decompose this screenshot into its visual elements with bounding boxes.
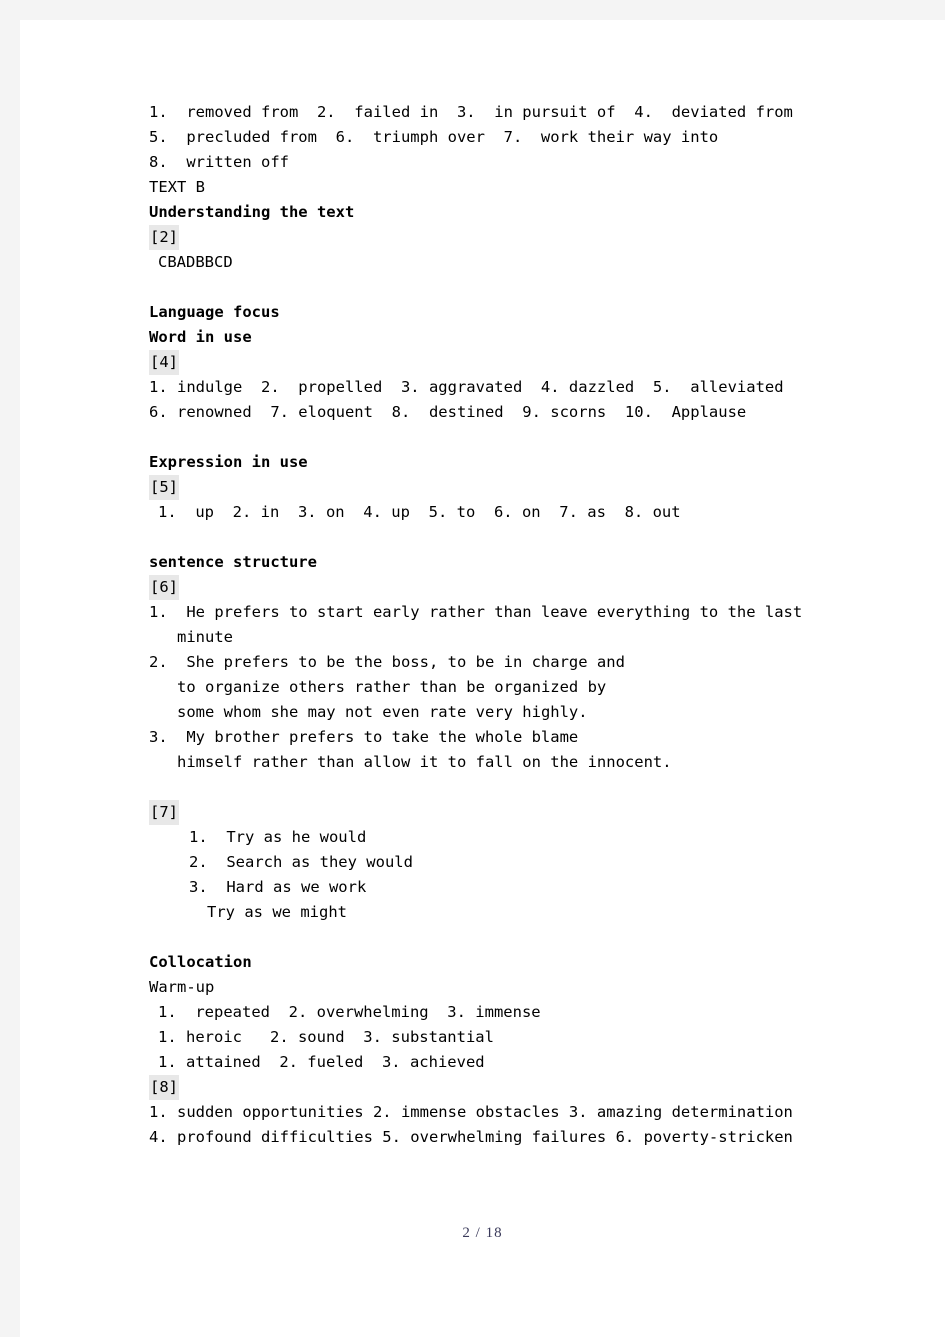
sentence-structure-item-2-cont-2: some whom she may not even rate very hig… — [177, 703, 588, 721]
expression-in-use-heading: Expression in use — [149, 453, 308, 471]
language-focus-heading: Language focus — [149, 303, 280, 321]
document-page: 1. removed from 2. failed in 3. in pursu… — [20, 20, 945, 1337]
exercise-marker-5-line: [5] — [149, 475, 817, 500]
exercise-marker-4: [4] — [149, 350, 179, 375]
as-clause-item-4: Try as we might — [207, 903, 347, 921]
sentence-structure-heading: sentence structure — [149, 553, 317, 571]
as-clause-item-2: 2. Search as they would — [189, 853, 413, 871]
collocation-heading: Collocation — [149, 953, 252, 971]
warm-up-line-1: 1. repeated 2. overwhelming 3. immense — [158, 1003, 541, 1021]
collocation-answers-line-2: 4. profound difficulties 5. overwhelming… — [149, 1128, 793, 1146]
sentence-structure-item-2-cont-1: to organize others rather than be organi… — [177, 678, 607, 696]
sentence-structure-item-1-cont: minute — [177, 628, 233, 646]
exercise-marker-7: [7] — [149, 800, 179, 825]
exercise-marker-8: [8] — [149, 1075, 179, 1100]
exercise-marker-7-line: [7] — [149, 800, 817, 825]
sentence-structure-item-2: 2. She prefers to be the boss, to be in … — [149, 653, 625, 671]
text-a-answer-line-3: 8. written off — [149, 153, 289, 171]
text-a-answer-line-1: 1. removed from 2. failed in 3. in pursu… — [149, 103, 793, 121]
document-body: 1. removed from 2. failed in 3. in pursu… — [149, 100, 817, 1150]
page-number-footer: 2 / 18 — [462, 1225, 503, 1241]
text-b-label: TEXT B — [149, 178, 205, 196]
as-clause-item-1: 1. Try as he would — [189, 828, 367, 846]
sentence-structure-item-3-cont: himself rather than allow it to fall on … — [177, 753, 672, 771]
exercise-marker-6-line: [6] — [149, 575, 817, 600]
collocation-answers-line-1: 1. sudden opportunities 2. immense obsta… — [149, 1103, 793, 1121]
exercise-marker-5: [5] — [149, 475, 179, 500]
warm-up-line-3: 1. attained 2. fueled 3. achieved — [158, 1053, 485, 1071]
exercise-marker-4-line: [4] — [149, 350, 817, 375]
exercise-marker-6: [6] — [149, 575, 179, 600]
word-in-use-line-1: 1. indulge 2. propelled 3. aggravated 4.… — [149, 378, 784, 396]
exercise-marker-2-line: [2] — [149, 225, 817, 250]
expression-in-use-answers: 1. up 2. in 3. on 4. up 5. to 6. on 7. a… — [158, 503, 681, 521]
warm-up-label: Warm-up — [149, 978, 215, 996]
word-in-use-heading: Word in use — [149, 328, 252, 346]
exercise-marker-8-line: [8] — [149, 1075, 817, 1100]
sentence-structure-item-3: 3. My brother prefers to take the whole … — [149, 728, 579, 746]
as-clause-item-3: 3. Hard as we work — [189, 878, 367, 896]
exercise-marker-2: [2] — [149, 225, 179, 250]
sentence-structure-item-1: 1. He prefers to start early rather than… — [149, 603, 803, 621]
warm-up-line-2: 1. heroic 2. sound 3. substantial — [158, 1028, 494, 1046]
understanding-the-text-heading: Understanding the text — [149, 203, 355, 221]
word-in-use-line-2: 6. renowned 7. eloquent 8. destined 9. s… — [149, 403, 747, 421]
text-a-answer-line-2: 5. precluded from 6. triumph over 7. wor… — [149, 128, 719, 146]
understanding-answer: CBADBBCD — [158, 253, 233, 271]
